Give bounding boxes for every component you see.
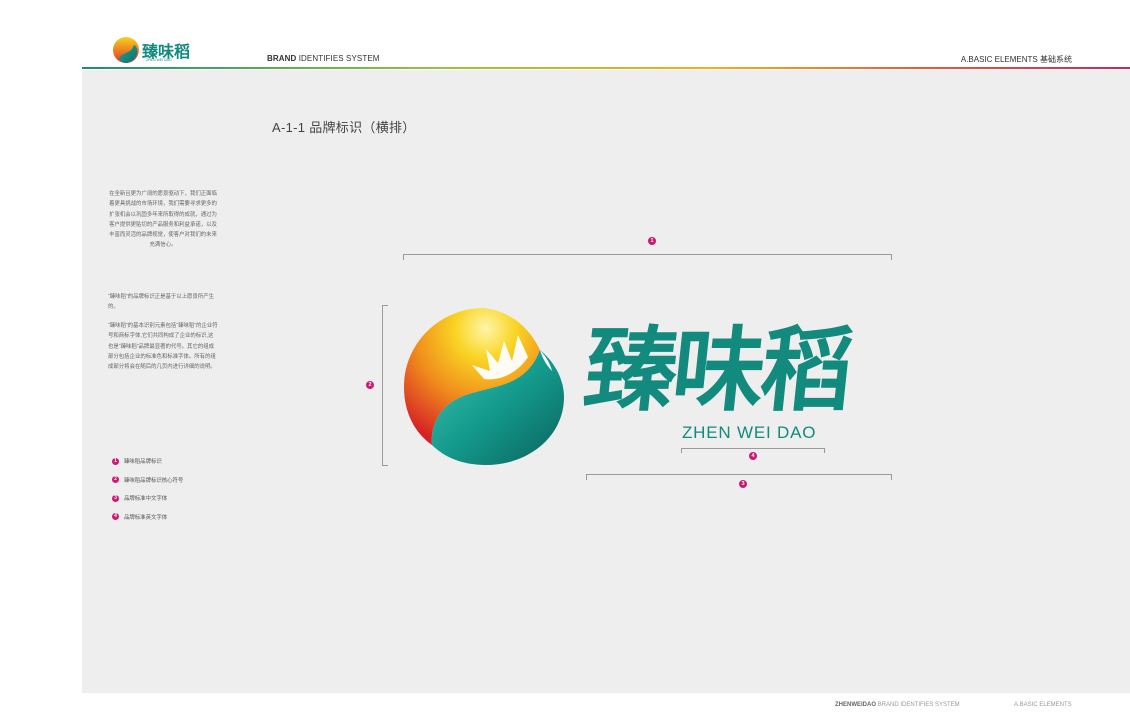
legend-number-badge: 2 [112, 476, 119, 484]
brand-wordmark: 臻味稻 [579, 315, 895, 433]
legend-item: 4 品牌标准英文字体 [112, 508, 183, 527]
header-gradient-rule [82, 67, 1130, 69]
header-brand-rest: IDENTIFIES SYSTEM [296, 54, 380, 63]
marker-4-badge: 4 [749, 452, 757, 460]
legend-item: 1 臻味稻品牌标识 [112, 452, 183, 471]
dimension-line-2 [382, 305, 383, 466]
dimension-line-4 [681, 448, 824, 449]
footer-left-bold: ZHENWEIDAO [835, 702, 876, 708]
wordmark-chinese: 臻味稻 [579, 316, 855, 424]
legend-label: 臻味稻品牌标识核心符号 [124, 477, 184, 484]
legend-label: 品牌标准中文字体 [124, 496, 168, 503]
marker-1-badge: 1 [648, 237, 656, 245]
dimension-tick [891, 254, 892, 260]
legend-item: 3 品牌标准中文字体 [112, 489, 183, 508]
wordmark-latin: ZHEN WEI DAO [682, 423, 817, 442]
footer-left-rest: BRAND IDENTIFIES SYSTEM [876, 702, 960, 708]
dimension-tick [824, 448, 825, 453]
sun-field-symbol-icon [404, 308, 564, 465]
footer-left: ZHENWEIDAO BRAND IDENTIFIES SYSTEM [835, 702, 960, 708]
header-logo: 臻味稻 ZHEN WEI DAO [110, 34, 210, 66]
side-paragraph-1: 在全新且更为广阔的愿景驱动下，我们正面临着更具挑战的市场环境，我们需要寻求更多的… [109, 191, 217, 249]
legend-number-badge: 3 [112, 494, 119, 502]
dimension-tick [586, 474, 587, 480]
dimension-line-1 [403, 254, 892, 255]
legend-label: 品牌标准英文字体 [124, 514, 168, 521]
brand-core-symbol [400, 305, 568, 467]
side-paragraph-2: “臻味稻”的品牌标识正是基于以上愿景所产生的。 [108, 294, 215, 311]
marker-3-badge: 3 [739, 480, 747, 488]
header-logo-subtext: ZHEN WEI DAO [146, 58, 172, 62]
legend-list: 1 臻味稻品牌标识 2 臻味稻品牌标识核心符号 3 品牌标准中文字体 4 品牌标准英文字… [112, 452, 183, 526]
header-section-label: A.BASIC ELEMENTS 基础系统 [960, 55, 1072, 64]
legend-label: 臻味稻品牌标识 [124, 459, 162, 466]
dimension-tick [891, 474, 892, 480]
header-brand-bold: BRAND [267, 54, 297, 63]
footer-right: A.BASIC ELEMENTS [1014, 702, 1072, 708]
legend-item: 2 臻味稻品牌标识核心符号 [112, 471, 183, 490]
dimension-tick [382, 305, 388, 306]
header-brand-system: BRAND IDENTIFIES SYSTEM [267, 54, 380, 63]
legend-number-badge: 4 [112, 513, 119, 521]
side-paragraph-3: “臻味稻”的基本识别元素包括“臻味稻”的企业符号和商标字体,它们共同构成了企业的… [108, 323, 218, 371]
dimension-tick [382, 465, 388, 466]
dimension-line-3 [586, 474, 892, 475]
dimension-tick [403, 254, 404, 260]
page-title: A-1-1 品牌标识（横排） [272, 120, 416, 135]
marker-2-badge: 2 [366, 381, 374, 389]
legend-number-badge: 1 [112, 457, 119, 465]
dimension-tick [681, 448, 682, 453]
